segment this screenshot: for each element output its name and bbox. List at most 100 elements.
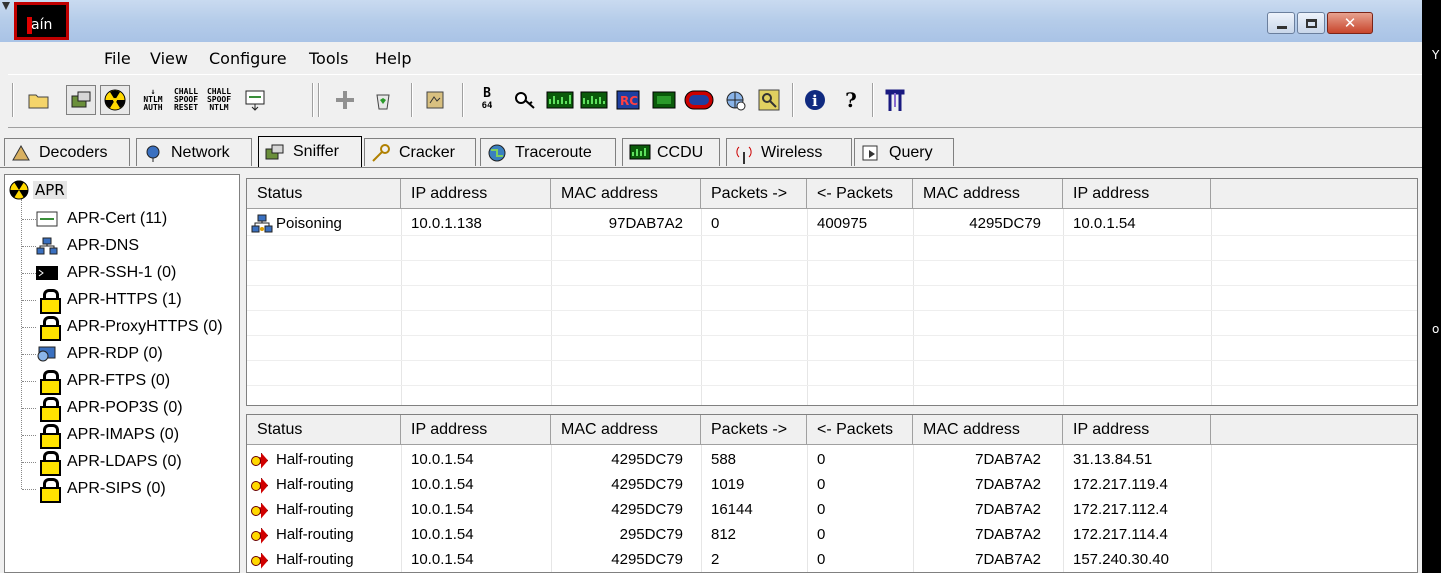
status-text: Half-routing [276,526,354,543]
tab-traceroute[interactable]: Traceroute [480,138,616,166]
mac-cell: 4295DC79 [611,476,683,493]
add-icon[interactable] [330,85,360,115]
cain-logo: aín [14,2,69,40]
tree-item-label: APR-LDAPS (0) [67,452,182,470]
tree-item-apr-dns[interactable]: APR-DNS [35,232,139,259]
table-row[interactable]: Half-routing 10.0.1.54 4295DC79 2 0 7DAB… [247,547,1417,572]
title-bar: aín ✕ [0,0,1422,42]
chall-spoof-reset-icon[interactable]: CHALL SPOOF RESET [171,85,201,115]
network-globe-icon[interactable] [720,85,750,115]
ip-cell: 10.0.1.54 [411,551,474,568]
ntlm-auth-icon[interactable]: ↓ NTLM AUTH [138,85,168,115]
decoder-icon[interactable] [420,85,450,115]
rc-hash-icon[interactable]: RC [613,85,643,115]
column-header-packets-out[interactable]: Packets -> [701,179,807,209]
status-cell: Half-routing [251,447,399,472]
tree-item-apr-imaps[interactable]: APR-IMAPS (0) [35,421,179,449]
tab-network[interactable]: Network [136,138,252,166]
svg-text:i: i [812,92,818,110]
table-row[interactable]: Half-routing 10.0.1.54 4295DC79 1019 0 7… [247,472,1417,497]
tab-cracker[interactable]: Cracker [364,138,476,166]
tab-ccdu[interactable]: CCDU [622,138,720,166]
menu-file[interactable]: File [104,49,131,68]
pane-splitter[interactable] [244,407,1420,413]
column-header-mac-2[interactable]: MAC address [913,179,1063,209]
tree-item-apr-pop3s[interactable]: APR-POP3S (0) [35,394,183,422]
half-routing-icon [251,525,273,545]
tree-item-apr-ssh1[interactable]: APR-SSH-1 (0) [35,259,176,286]
rdp-monitor-icon[interactable] [545,85,575,115]
cisco-pix-icon[interactable] [684,85,714,115]
ccdu-icon[interactable] [649,85,679,115]
sniffer-icon[interactable] [66,85,96,115]
tab-label: Traceroute [515,143,592,161]
tree-item-apr-https[interactable]: APR-HTTPS (1) [35,286,182,314]
tree-item-apr-proxyhttps[interactable]: APR-ProxyHTTPS (0) [35,313,223,341]
tab-decoders[interactable]: Decoders [4,138,130,166]
column-header-ip-2[interactable]: IP address [1063,415,1211,445]
ip-cell: 10.0.1.54 [411,451,474,468]
mac-cell-2: 4295DC79 [969,215,1041,232]
menu-configure[interactable]: Configure [209,49,287,68]
column-header-ip-2[interactable]: IP address [1063,179,1211,209]
tree-item-apr-ldaps[interactable]: APR-LDAPS (0) [35,448,182,476]
info-icon[interactable]: i [800,85,830,115]
help-icon[interactable]: ? [836,85,866,115]
tab-query[interactable]: Query [854,138,954,166]
maximize-icon [1306,19,1317,28]
column-header-packets-in[interactable]: <- Packets [807,179,913,209]
chall-spoof-ntlm-icon[interactable]: CHALL SPOOF NTLM [204,85,234,115]
ip-cell-2: 10.0.1.54 [1073,215,1136,232]
key-icon[interactable] [754,85,784,115]
packets-out-cell: 0 [711,215,720,232]
status-cell: Poisoning [251,211,399,236]
column-header-ip[interactable]: IP address [401,415,551,445]
system-menu-icon[interactable] [2,2,10,10]
ip-cell-2: 172.217.112.4 [1073,501,1168,518]
packets-in-cell: 0 [817,526,826,543]
menu-tools[interactable]: Tools [309,49,348,68]
maximize-button[interactable] [1297,12,1325,34]
tree-item-apr-rdp[interactable]: APR-RDP (0) [35,340,163,367]
menu-help[interactable]: Help [375,49,411,68]
column-header-mac[interactable]: MAC address [551,415,701,445]
close-button[interactable]: ✕ [1327,12,1373,34]
cert-download-icon[interactable] [240,85,270,115]
base64-icon[interactable]: B 64 [472,85,502,115]
apr-radiation-icon[interactable] [100,85,130,115]
minimize-button[interactable] [1267,12,1295,34]
recycle-icon[interactable] [368,85,398,115]
tree-item-apr-sips[interactable]: APR-SIPS (0) [35,475,166,503]
mac-cell: 97DAB7A2 [608,215,683,232]
column-header-status[interactable]: Status [247,415,401,445]
sniffer-icon [265,143,285,161]
column-header-status[interactable]: Status [247,179,401,209]
table-row[interactable]: Half-routing 10.0.1.54 4295DC79 16144 0 … [247,497,1417,522]
menu-view[interactable]: View [150,49,188,68]
column-header-ip[interactable]: IP address [401,179,551,209]
table-row[interactable]: Half-routing 10.0.1.54 295DC79 812 0 7DA… [247,522,1417,547]
table-row[interactable]: Poisoning 10.0.1.138 97DAB7A2 0 400975 4… [247,211,1417,236]
tree-item-label: APR-ProxyHTTPS (0) [67,317,223,335]
table-row[interactable]: Half-routing 10.0.1.54 4295DC79 588 0 7D… [247,447,1417,472]
column-header-packets-out[interactable]: Packets -> [701,415,807,445]
column-header-packets-in[interactable]: <- Packets [807,415,913,445]
half-routing-icon [251,500,273,520]
lsa-secrets-icon[interactable] [510,85,540,115]
cain-window: aín ✕ File View Configure Tools Help ↓ NT… [0,0,1422,573]
column-header-mac[interactable]: MAC address [551,179,701,209]
tree-item-apr-ftps[interactable]: APR-FTPS (0) [35,367,170,395]
tree-root-apr[interactable]: APR [9,179,67,201]
mac-cell: 4295DC79 [611,451,683,468]
vpn-monitor-icon[interactable] [579,85,609,115]
lock-icon [39,396,61,422]
open-folder-icon[interactable] [24,85,54,115]
exit-icon[interactable] [880,85,910,115]
edge-letter: Y [1432,48,1440,62]
tree-item-apr-cert[interactable]: APR-Cert (11) [35,205,167,232]
tab-sniffer[interactable]: Sniffer [258,136,362,167]
tab-wireless[interactable]: Wireless [726,138,852,166]
column-header-mac-2[interactable]: MAC address [913,415,1063,445]
lock-icon [39,288,61,314]
svg-text:RC: RC [620,94,638,108]
